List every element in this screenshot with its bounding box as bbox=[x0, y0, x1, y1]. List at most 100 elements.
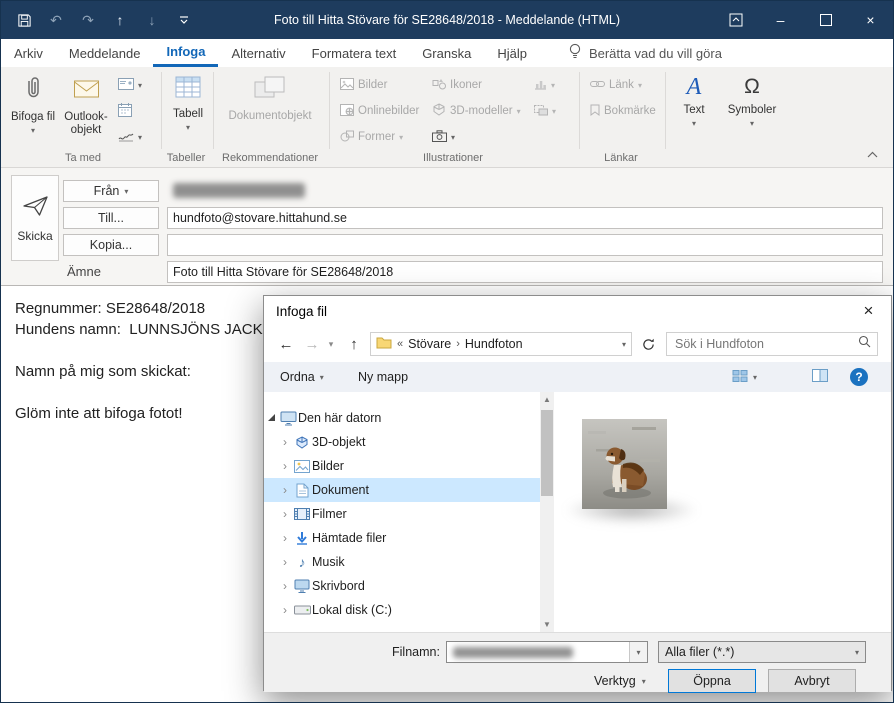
pictures-button[interactable]: Bilder bbox=[337, 73, 390, 97]
tree-item-pictures[interactable]: › Bilder bbox=[264, 454, 540, 478]
3d-models-button[interactable]: 3D-modeller ▾ bbox=[429, 99, 524, 123]
to-input[interactable] bbox=[167, 207, 883, 229]
chart-button[interactable]: ▾ bbox=[531, 73, 573, 97]
tab-granska[interactable]: Granska bbox=[409, 39, 484, 67]
expanded-arrow-icon[interactable] bbox=[264, 411, 278, 425]
from-button[interactable]: Från ▾ bbox=[63, 180, 159, 202]
up-button[interactable]: ↑ bbox=[342, 332, 366, 356]
collapsed-chevron-icon[interactable]: › bbox=[278, 507, 292, 521]
undo-icon[interactable]: ↶ bbox=[47, 11, 65, 29]
breadcrumb-item[interactable]: Stövare bbox=[408, 337, 451, 351]
tree-item-videos[interactable]: › Filmer bbox=[264, 502, 540, 526]
subject-input[interactable] bbox=[167, 261, 883, 283]
group-label-tabeller: Tabeller bbox=[166, 152, 206, 164]
online-pictures-button[interactable]: Onlinebilder bbox=[337, 99, 422, 123]
signature-button[interactable]: ▾ bbox=[115, 125, 161, 149]
recent-locations-dropdown[interactable]: ▾ bbox=[324, 332, 338, 356]
tree-item-this-pc[interactable]: Den här datorn bbox=[264, 406, 540, 430]
next-item-icon[interactable]: ↓ bbox=[143, 11, 161, 29]
to-button[interactable]: Till... bbox=[63, 207, 159, 229]
preview-pane-button[interactable] bbox=[804, 362, 836, 392]
cc-button[interactable]: Kopia... bbox=[63, 234, 159, 256]
filetype-dropdown[interactable]: Alla filer (*.*) ▾ bbox=[658, 641, 866, 663]
organize-button[interactable]: Ordna ▾ bbox=[272, 362, 332, 392]
table-button[interactable]: Tabell ▾ bbox=[166, 70, 210, 159]
maximize-icon bbox=[819, 14, 832, 26]
previous-item-icon[interactable]: ↑ bbox=[111, 11, 129, 29]
redo-icon[interactable]: ↷ bbox=[79, 11, 97, 29]
symbols-button[interactable]: Ω Symboler ▾ bbox=[723, 70, 781, 159]
cc-label: Kopia... bbox=[89, 238, 133, 252]
refresh-button[interactable] bbox=[636, 332, 660, 356]
tab-infoga[interactable]: Infoga bbox=[153, 39, 219, 67]
tab-formatera-text[interactable]: Formatera text bbox=[299, 39, 410, 67]
dog-photo-preview[interactable] bbox=[582, 419, 667, 509]
tools-dropdown[interactable]: Verktyg ▾ bbox=[594, 669, 646, 693]
save-icon[interactable] bbox=[15, 11, 33, 29]
breadcrumb-overflow-icon[interactable]: « bbox=[397, 338, 403, 350]
search-box[interactable] bbox=[666, 332, 878, 356]
close-button[interactable]: × bbox=[848, 1, 893, 39]
cc-input[interactable] bbox=[167, 234, 883, 256]
address-dropdown-icon[interactable]: ▾ bbox=[622, 340, 626, 349]
customize-qat-icon[interactable] bbox=[175, 11, 193, 29]
desktop-icon bbox=[292, 579, 312, 593]
open-button[interactable]: Öppna bbox=[668, 669, 756, 693]
scroll-up-icon[interactable]: ▲ bbox=[540, 392, 554, 407]
link-button[interactable]: Länk ▾ bbox=[587, 73, 645, 97]
dropdown-icon: ▾ bbox=[552, 106, 557, 116]
dialog-close-button[interactable]: × bbox=[846, 296, 891, 326]
filename-combobox[interactable]: ▾ bbox=[446, 641, 648, 663]
filename-dropdown-icon[interactable]: ▾ bbox=[629, 642, 647, 662]
scroll-down-icon[interactable]: ▼ bbox=[540, 617, 554, 632]
videos-icon bbox=[292, 508, 312, 520]
shapes-button[interactable]: Former ▾ bbox=[337, 125, 406, 149]
search-input[interactable] bbox=[673, 336, 858, 352]
collapse-ribbon-button[interactable] bbox=[863, 147, 881, 161]
breadcrumb-item[interactable]: Hundfoton bbox=[465, 337, 523, 351]
tree-item-3d-objects[interactable]: › 3D-objekt bbox=[264, 430, 540, 454]
collapsed-chevron-icon[interactable]: › bbox=[278, 555, 292, 569]
icons-button[interactable]: Ikoner bbox=[429, 73, 485, 97]
bookmark-button[interactable]: Bokmärke bbox=[587, 99, 659, 123]
minimize-button[interactable]: – bbox=[758, 1, 803, 39]
document-object-button[interactable]: Dokumentobjekt bbox=[219, 70, 321, 159]
text-button[interactable]: A Text ▾ bbox=[671, 70, 717, 159]
outlook-item-button[interactable]: Outlook-objekt bbox=[60, 70, 112, 159]
collapsed-chevron-icon[interactable]: › bbox=[278, 603, 292, 617]
tab-hjalp[interactable]: Hjälp bbox=[484, 39, 540, 67]
collapsed-chevron-icon[interactable]: › bbox=[278, 435, 292, 449]
smartart-button[interactable]: ▾ bbox=[531, 99, 573, 123]
dialog-toolbar: Ordna ▾ Ny mapp ▾ ? bbox=[264, 362, 891, 393]
tree-item-desktop[interactable]: › Skrivbord bbox=[264, 574, 540, 598]
calendar-button[interactable] bbox=[115, 99, 161, 123]
tab-arkiv[interactable]: Arkiv bbox=[1, 39, 56, 67]
collapsed-chevron-icon[interactable]: › bbox=[278, 459, 292, 473]
back-button[interactable]: ← bbox=[274, 332, 298, 356]
cancel-button[interactable]: Avbryt bbox=[768, 669, 856, 693]
tell-me-box[interactable]: Berätta vad du vill göra bbox=[568, 39, 722, 67]
collapsed-chevron-icon[interactable]: › bbox=[278, 531, 292, 545]
attach-file-button[interactable]: Bifoga fil ▾ bbox=[9, 70, 57, 159]
collapsed-chevron-icon[interactable]: › bbox=[278, 579, 292, 593]
new-folder-button[interactable]: Ny mapp bbox=[350, 362, 416, 392]
tab-meddelande[interactable]: Meddelande bbox=[56, 39, 154, 67]
tree-scrollbar[interactable]: ▲ ▼ bbox=[540, 392, 554, 632]
tree-item-downloads[interactable]: › Hämtade filer bbox=[264, 526, 540, 550]
tree-item-music[interactable]: › ♪ Musik bbox=[264, 550, 540, 574]
business-card-button[interactable]: ▾ bbox=[115, 73, 161, 97]
maximize-button[interactable] bbox=[803, 1, 848, 39]
send-button[interactable]: Skicka bbox=[11, 175, 59, 261]
tree-item-local-disk-c[interactable]: › Lokal disk (C:) bbox=[264, 598, 540, 622]
tree-item-documents[interactable]: › Dokument bbox=[264, 478, 540, 502]
screenshot-button[interactable]: ▾ bbox=[429, 125, 465, 149]
collapsed-chevron-icon[interactable]: › bbox=[278, 483, 292, 497]
view-mode-button[interactable]: ▾ bbox=[724, 362, 765, 392]
scrollbar-thumb[interactable] bbox=[541, 410, 553, 496]
ribbon-display-options-button[interactable] bbox=[713, 1, 758, 39]
help-button[interactable]: ? bbox=[842, 362, 876, 392]
address-bar[interactable]: « Stövare › Hundfoton ▾ bbox=[370, 332, 632, 356]
tab-alternativ[interactable]: Alternativ bbox=[218, 39, 298, 67]
forward-button[interactable]: → bbox=[300, 332, 324, 356]
signature-icon bbox=[118, 130, 134, 145]
